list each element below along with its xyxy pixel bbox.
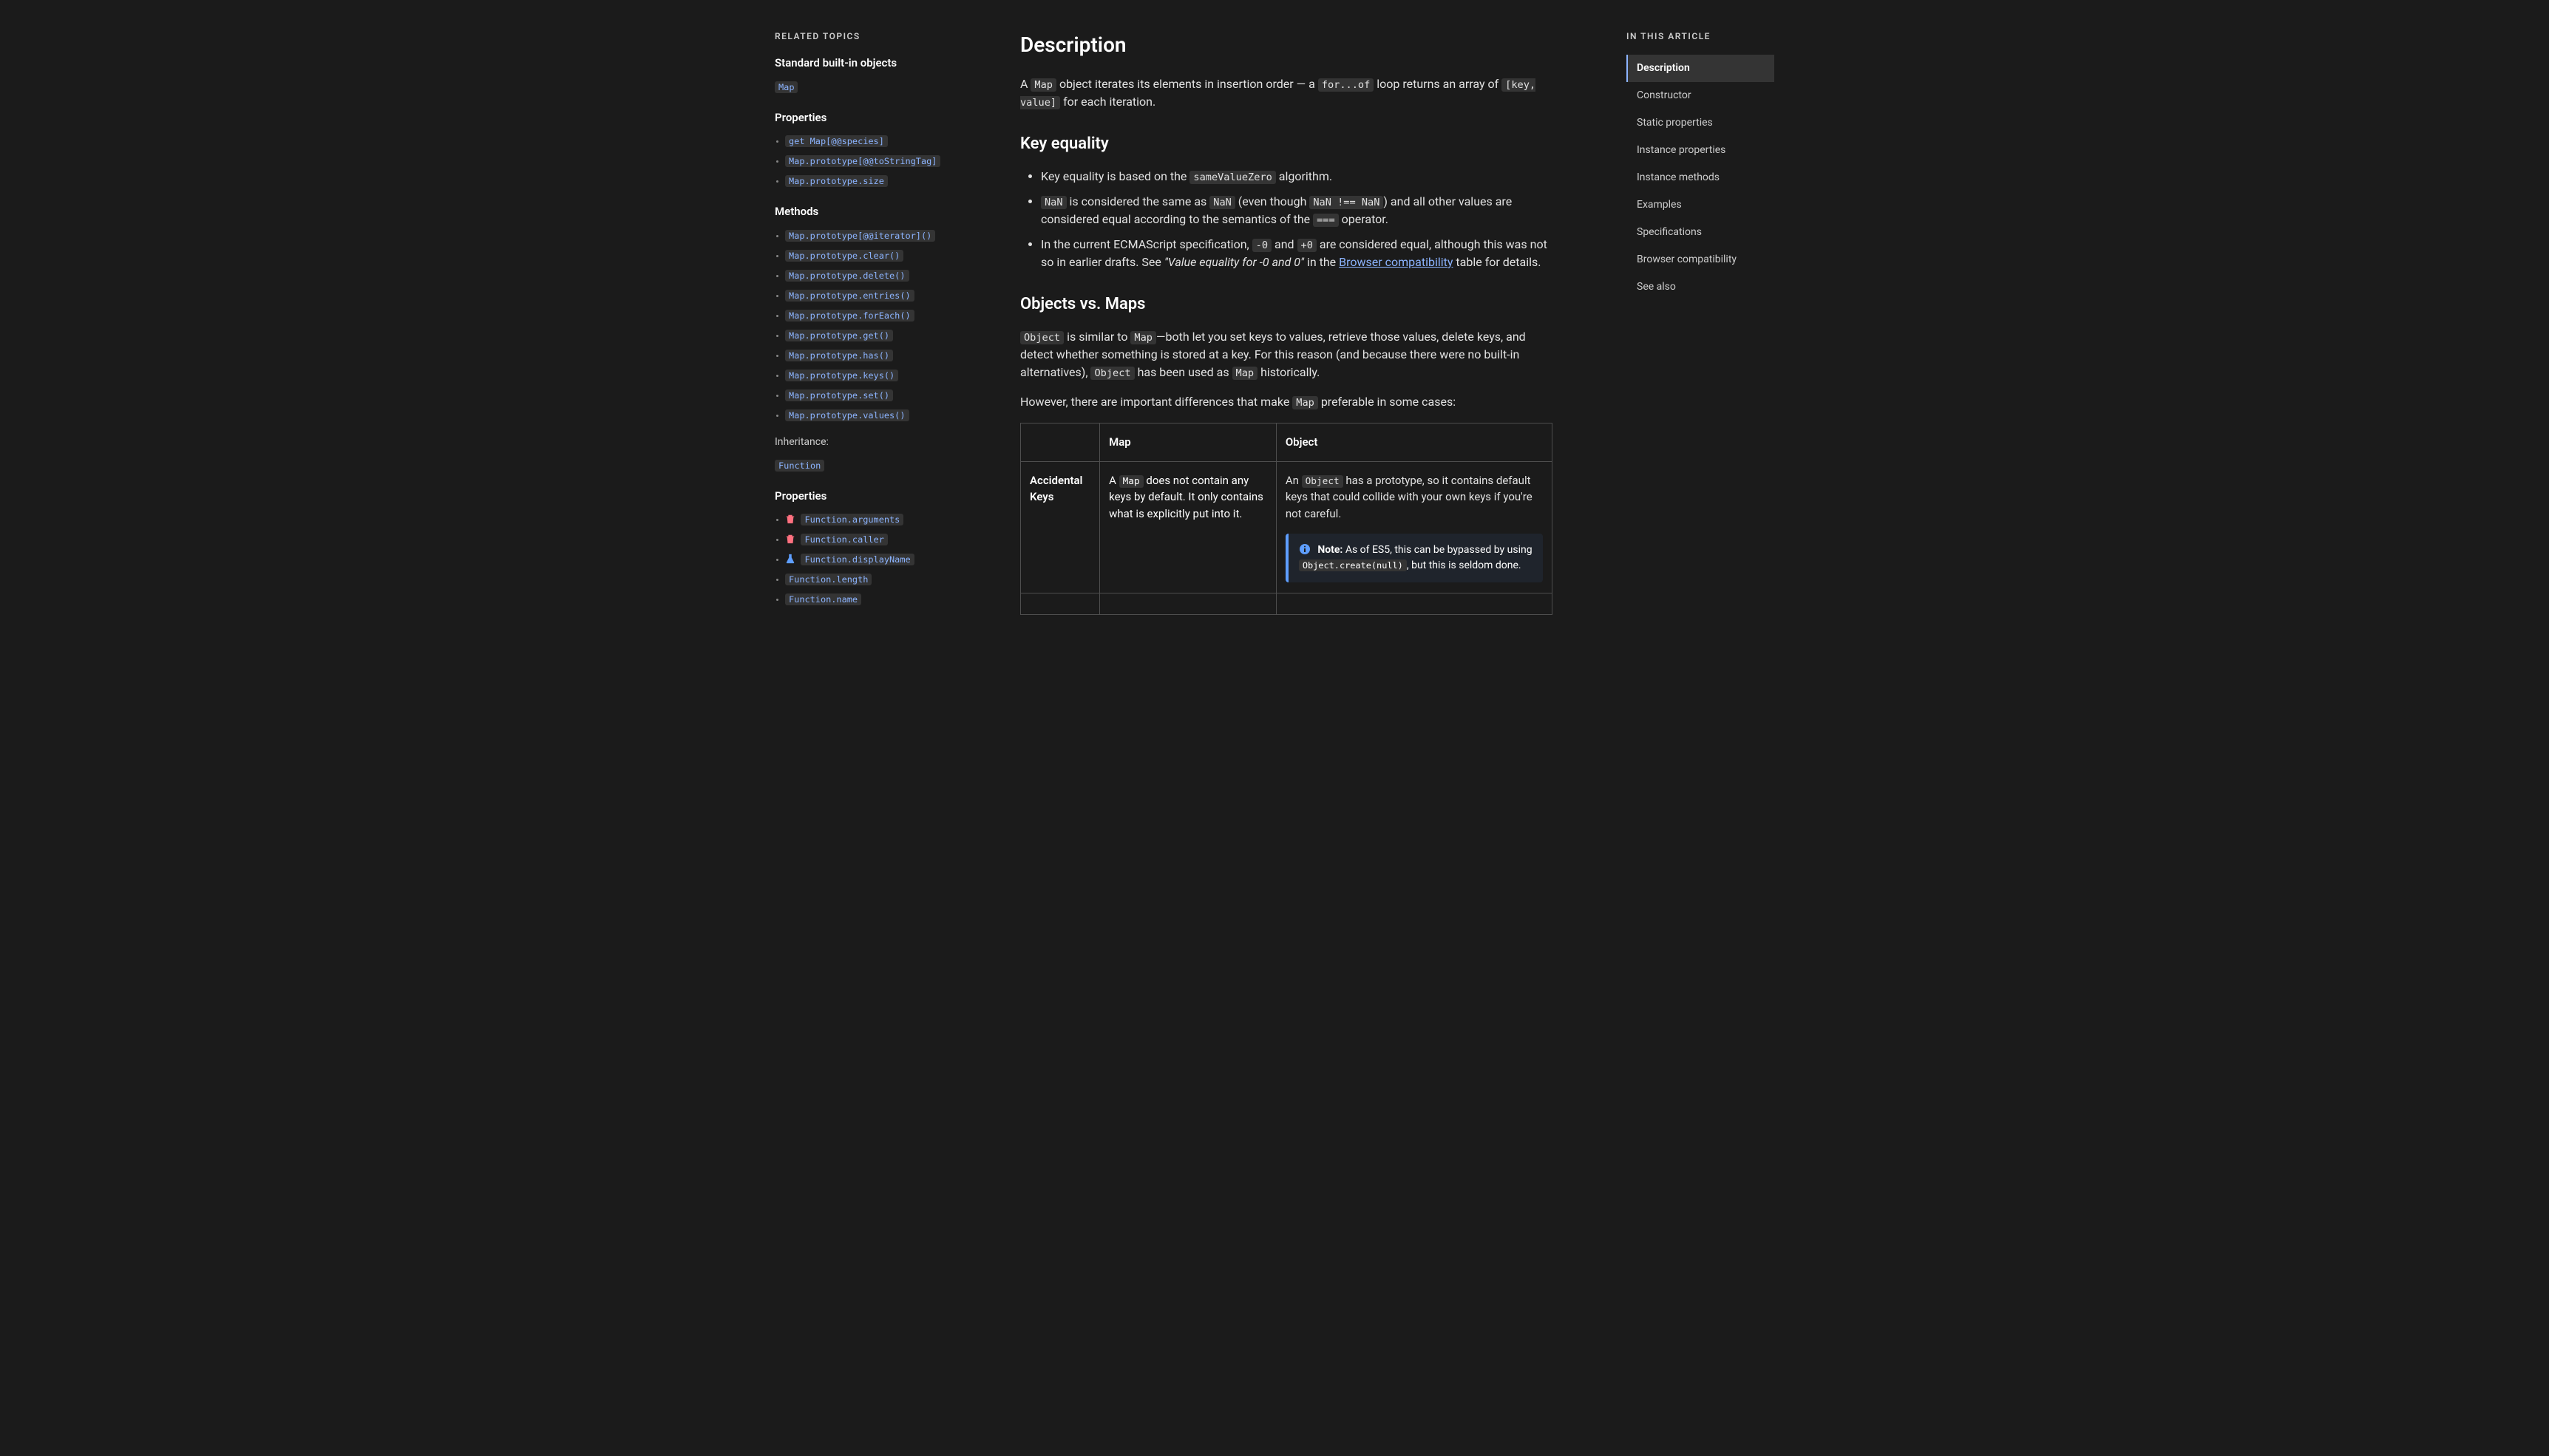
toc-item-description[interactable]: Description <box>1626 55 1774 82</box>
toc-item-constructor[interactable]: Constructor <box>1626 82 1774 109</box>
properties-head: Properties <box>775 109 997 126</box>
beaker-icon <box>785 554 795 564</box>
cell-object-next <box>1276 593 1552 615</box>
toc-item-instance-methods[interactable]: Instance methods <box>1626 164 1774 191</box>
list-item: NaN is considered the same as NaN (even … <box>1041 193 1552 228</box>
sidebar-link-func-prop[interactable]: Function.arguments <box>775 510 997 530</box>
inheritance-label: Inheritance: <box>775 435 997 450</box>
note-label: Note: <box>1317 544 1343 556</box>
key-equality-list: Key equality is based on the sameValueZe… <box>1020 168 1552 271</box>
table-header-object: Object <box>1276 423 1552 462</box>
sidebar-link-map[interactable]: Map <box>775 78 997 98</box>
sidebar-link-method[interactable]: Map.prototype.get() <box>775 326 997 346</box>
article-main: Description A Map object iterates its el… <box>1020 0 1552 615</box>
sidebar-link-prop[interactable]: get Map[@@species] <box>775 132 997 152</box>
table-header-map: Map <box>1100 423 1277 462</box>
trash-icon <box>785 534 795 544</box>
sidebar-link-func-prop[interactable]: Function.length <box>775 570 997 590</box>
cell-object-accidental: An Object has a prototype, so it contain… <box>1276 461 1552 593</box>
sidebar-link-method[interactable]: Map.prototype.values() <box>775 406 997 426</box>
toc-item-browser-compatibility[interactable]: Browser compatibility <box>1626 246 1774 273</box>
sidebar-link-method[interactable]: Map.prototype[@@iterator]() <box>775 226 997 246</box>
sidebar-link-method[interactable]: Map.prototype.delete() <box>775 266 997 286</box>
table-corner <box>1021 423 1100 462</box>
row-head-next <box>1021 593 1100 615</box>
table-of-contents: In this article Description Constructor … <box>1626 0 1774 615</box>
toc-item-examples[interactable]: Examples <box>1626 191 1774 219</box>
list-item: Key equality is based on the sameValueZe… <box>1041 168 1552 186</box>
toc-item-see-also[interactable]: See also <box>1626 273 1774 301</box>
toc-item-specifications[interactable]: Specifications <box>1626 219 1774 246</box>
sidebar-link-function[interactable]: Function <box>775 456 997 476</box>
cell-map-next <box>1100 593 1277 615</box>
sidebar-link-prop[interactable]: Map.prototype[@@toStringTag] <box>775 152 997 171</box>
sidebar-left: Related Topics Standard built-in objects… <box>775 0 997 615</box>
sidebar-link-prop[interactable]: Map.prototype.size <box>775 171 997 191</box>
sidebar-link-method[interactable]: Map.prototype.entries() <box>775 286 997 306</box>
browser-compat-link[interactable]: Browser compatibility <box>1339 255 1453 269</box>
para-objects-maps: Object is similar to Map—both let you se… <box>1020 328 1552 381</box>
built-in-objects-head: Standard built-in objects <box>775 55 997 72</box>
toc-item-static-properties[interactable]: Static properties <box>1626 109 1774 137</box>
toc-label: In this article <box>1626 30 1774 43</box>
sidebar-link-method[interactable]: Map.prototype.forEach() <box>775 306 997 326</box>
row-head-accidental-keys: Accidental Keys <box>1021 461 1100 593</box>
func-properties-head: Properties <box>775 488 997 505</box>
note-box: Note: As of ES5, this can be bypassed by… <box>1286 534 1543 582</box>
sidebar-link-method[interactable]: Map.prototype.keys() <box>775 366 997 386</box>
heading-key-equality: Key equality <box>1020 132 1552 156</box>
sidebar-link-func-prop[interactable]: Function.displayName <box>775 550 997 570</box>
table-row <box>1021 593 1552 615</box>
methods-head: Methods <box>775 203 997 220</box>
sidebar-link-method[interactable]: Map.prototype.set() <box>775 386 997 406</box>
toc-item-instance-properties[interactable]: Instance properties <box>1626 137 1774 164</box>
sidebar-link-func-prop[interactable]: Function.caller <box>775 530 997 550</box>
info-icon <box>1299 543 1311 555</box>
related-topics-label: Related Topics <box>775 30 997 43</box>
sidebar-link-method[interactable]: Map.prototype.clear() <box>775 246 997 266</box>
comparison-table: Map Object Accidental Keys A Map does no… <box>1020 423 1552 615</box>
trash-icon <box>785 514 795 524</box>
table-row: Accidental Keys A Map does not contain a… <box>1021 461 1552 593</box>
para-intro: A Map object iterates its elements in in… <box>1020 75 1552 111</box>
heading-description: Description <box>1020 30 1552 61</box>
para-differences: However, there are important differences… <box>1020 393 1552 411</box>
sidebar-link-method[interactable]: Map.prototype.has() <box>775 346 997 366</box>
heading-objects-vs-maps: Objects vs. Maps <box>1020 292 1552 316</box>
list-item: In the current ECMAScript specification,… <box>1041 236 1552 271</box>
cell-map-accidental: A Map does not contain any keys by defau… <box>1100 461 1277 593</box>
sidebar-link-func-prop[interactable]: Function.name <box>775 590 997 610</box>
